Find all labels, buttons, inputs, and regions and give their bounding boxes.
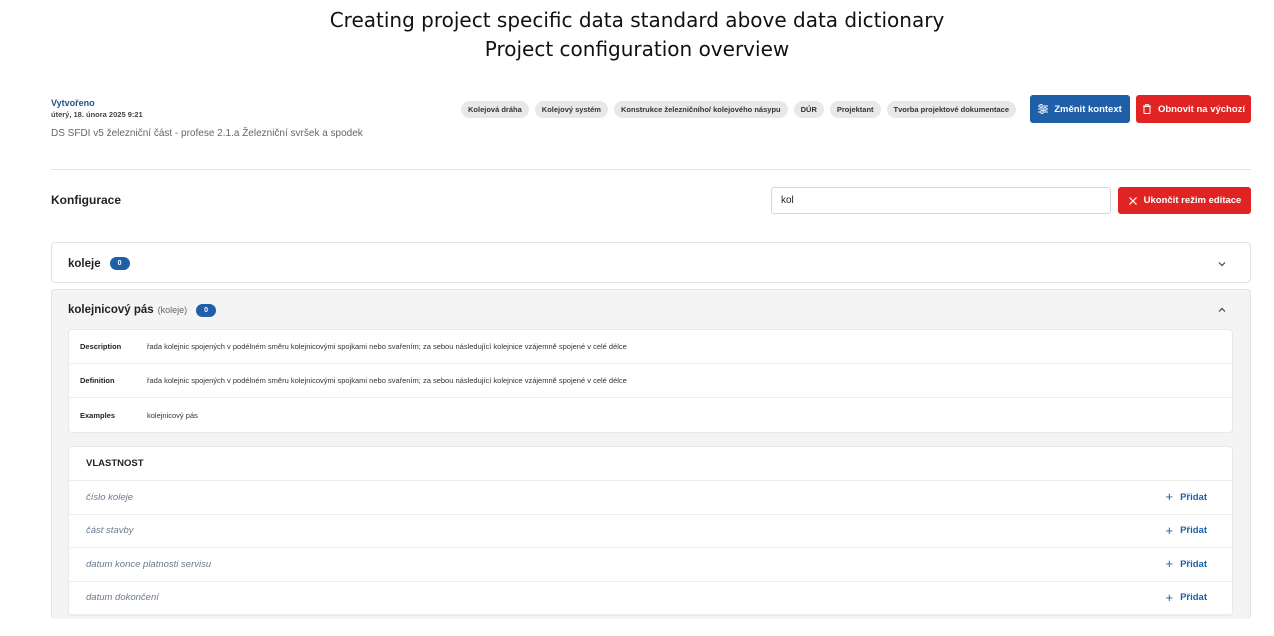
count-badge: 0 xyxy=(109,257,130,270)
item-parent: (koleje) xyxy=(157,305,188,315)
slide-title-line2: Project configuration overview xyxy=(484,37,790,61)
add-label: Přidat xyxy=(1180,491,1207,503)
property-row: číslo koleje + Přidat xyxy=(69,481,1232,515)
created-label: Vytvořeno xyxy=(51,98,95,108)
detail-value: řada kolejnic spojených v podélném směru… xyxy=(147,376,627,385)
detail-key: Description xyxy=(80,342,122,351)
plus-icon: + xyxy=(1165,522,1174,538)
accordion-item-koleje[interactable]: koleje 0 xyxy=(51,242,1251,283)
search-input[interactable] xyxy=(771,187,1111,214)
plus-icon: + xyxy=(1165,589,1174,605)
detail-table: Description řada kolejnic spojených v po… xyxy=(68,329,1233,433)
standard-path: DS SFDI v5 železniční část - profese 2.1… xyxy=(51,128,363,139)
add-label: Přidat xyxy=(1180,592,1207,604)
divider xyxy=(51,169,1251,170)
count-badge: 0 xyxy=(196,303,217,317)
configuration-title: Konfigurace xyxy=(51,193,122,207)
property-row: datum konce platnosti servisu + Přidat xyxy=(69,548,1232,582)
detail-value: kolejnicový pás xyxy=(147,410,198,420)
property-name: číslo koleje xyxy=(86,491,133,503)
context-tag: Konstrukce železničního/ kolejového násy… xyxy=(613,101,788,118)
detail-row: Examples kolejnicový pás xyxy=(69,398,1232,432)
item-name: kolejnicový pás xyxy=(68,304,154,316)
context-tags: Kolejová dráha Kolejový systém Konstrukc… xyxy=(461,101,1016,118)
property-row: část stavby + Přidat xyxy=(69,515,1232,548)
detail-key: Definition xyxy=(80,376,115,385)
context-tag: Kolejový systém xyxy=(534,101,608,118)
reset-default-label: Obnovit na výchozí xyxy=(1157,103,1246,115)
accordion-header[interactable]: koleje 0 xyxy=(52,243,1250,284)
context-tag: Tvorba projektové dokumentace xyxy=(886,101,1016,118)
context-tag: Projektant xyxy=(829,101,881,118)
property-name: datum dokončení xyxy=(86,592,159,604)
detail-row: Description řada kolejnic spojených v po… xyxy=(69,330,1232,364)
item-name: koleje xyxy=(68,257,101,270)
detail-key: Examples xyxy=(80,410,116,420)
property-header: VLASTNOST xyxy=(69,447,1232,481)
add-property-button[interactable]: + Přidat xyxy=(1165,489,1207,505)
created-date: úterý, 18. února 2025 9:21 xyxy=(51,110,143,119)
plus-icon: + xyxy=(1165,556,1174,572)
chevron-up-icon[interactable] xyxy=(1217,305,1227,315)
context-tag: DÚR xyxy=(793,101,824,118)
chevron-down-icon[interactable] xyxy=(1217,259,1227,269)
created-info: Vytvořeno úterý, 18. února 2025 9:21 DS … xyxy=(51,98,363,139)
add-label: Přidat xyxy=(1180,558,1207,570)
detail-value: řada kolejnic spojených v podélném směru… xyxy=(147,342,627,351)
detail-row: Definition řada kolejnic spojených v pod… xyxy=(69,364,1232,398)
trash-icon xyxy=(1142,104,1151,114)
sliders-icon xyxy=(1038,104,1049,114)
add-property-button[interactable]: + Přidat xyxy=(1165,589,1207,605)
change-context-button[interactable]: Změnit kontext xyxy=(1030,95,1130,123)
slide-title: Creating project specific data standard … xyxy=(0,6,1274,64)
add-label: Přidat xyxy=(1180,525,1207,537)
property-row: datum dokončení + Přidat xyxy=(69,582,1232,615)
accordion-header[interactable]: kolejnicový pás (koleje) 0 xyxy=(52,290,1250,330)
change-context-label: Změnit kontext xyxy=(1054,103,1122,115)
property-table: VLASTNOST číslo koleje + Přidat část sta… xyxy=(68,446,1233,616)
reset-default-button[interactable]: Obnovit na výchozí xyxy=(1136,95,1251,123)
add-property-button[interactable]: + Přidat xyxy=(1165,522,1207,538)
add-property-button[interactable]: + Přidat xyxy=(1165,556,1207,572)
property-name: část stavby xyxy=(86,525,134,537)
plus-icon: + xyxy=(1165,489,1174,505)
property-name: datum konce platnosti servisu xyxy=(86,558,212,570)
end-edit-mode-label: Ukončit režim editace xyxy=(1143,195,1242,206)
close-icon xyxy=(1128,196,1137,205)
context-tag: Kolejová dráha xyxy=(461,101,529,118)
slide-title-line1: Creating project specific data standard … xyxy=(329,8,945,32)
end-edit-mode-button[interactable]: Ukončit režim editace xyxy=(1118,187,1251,214)
